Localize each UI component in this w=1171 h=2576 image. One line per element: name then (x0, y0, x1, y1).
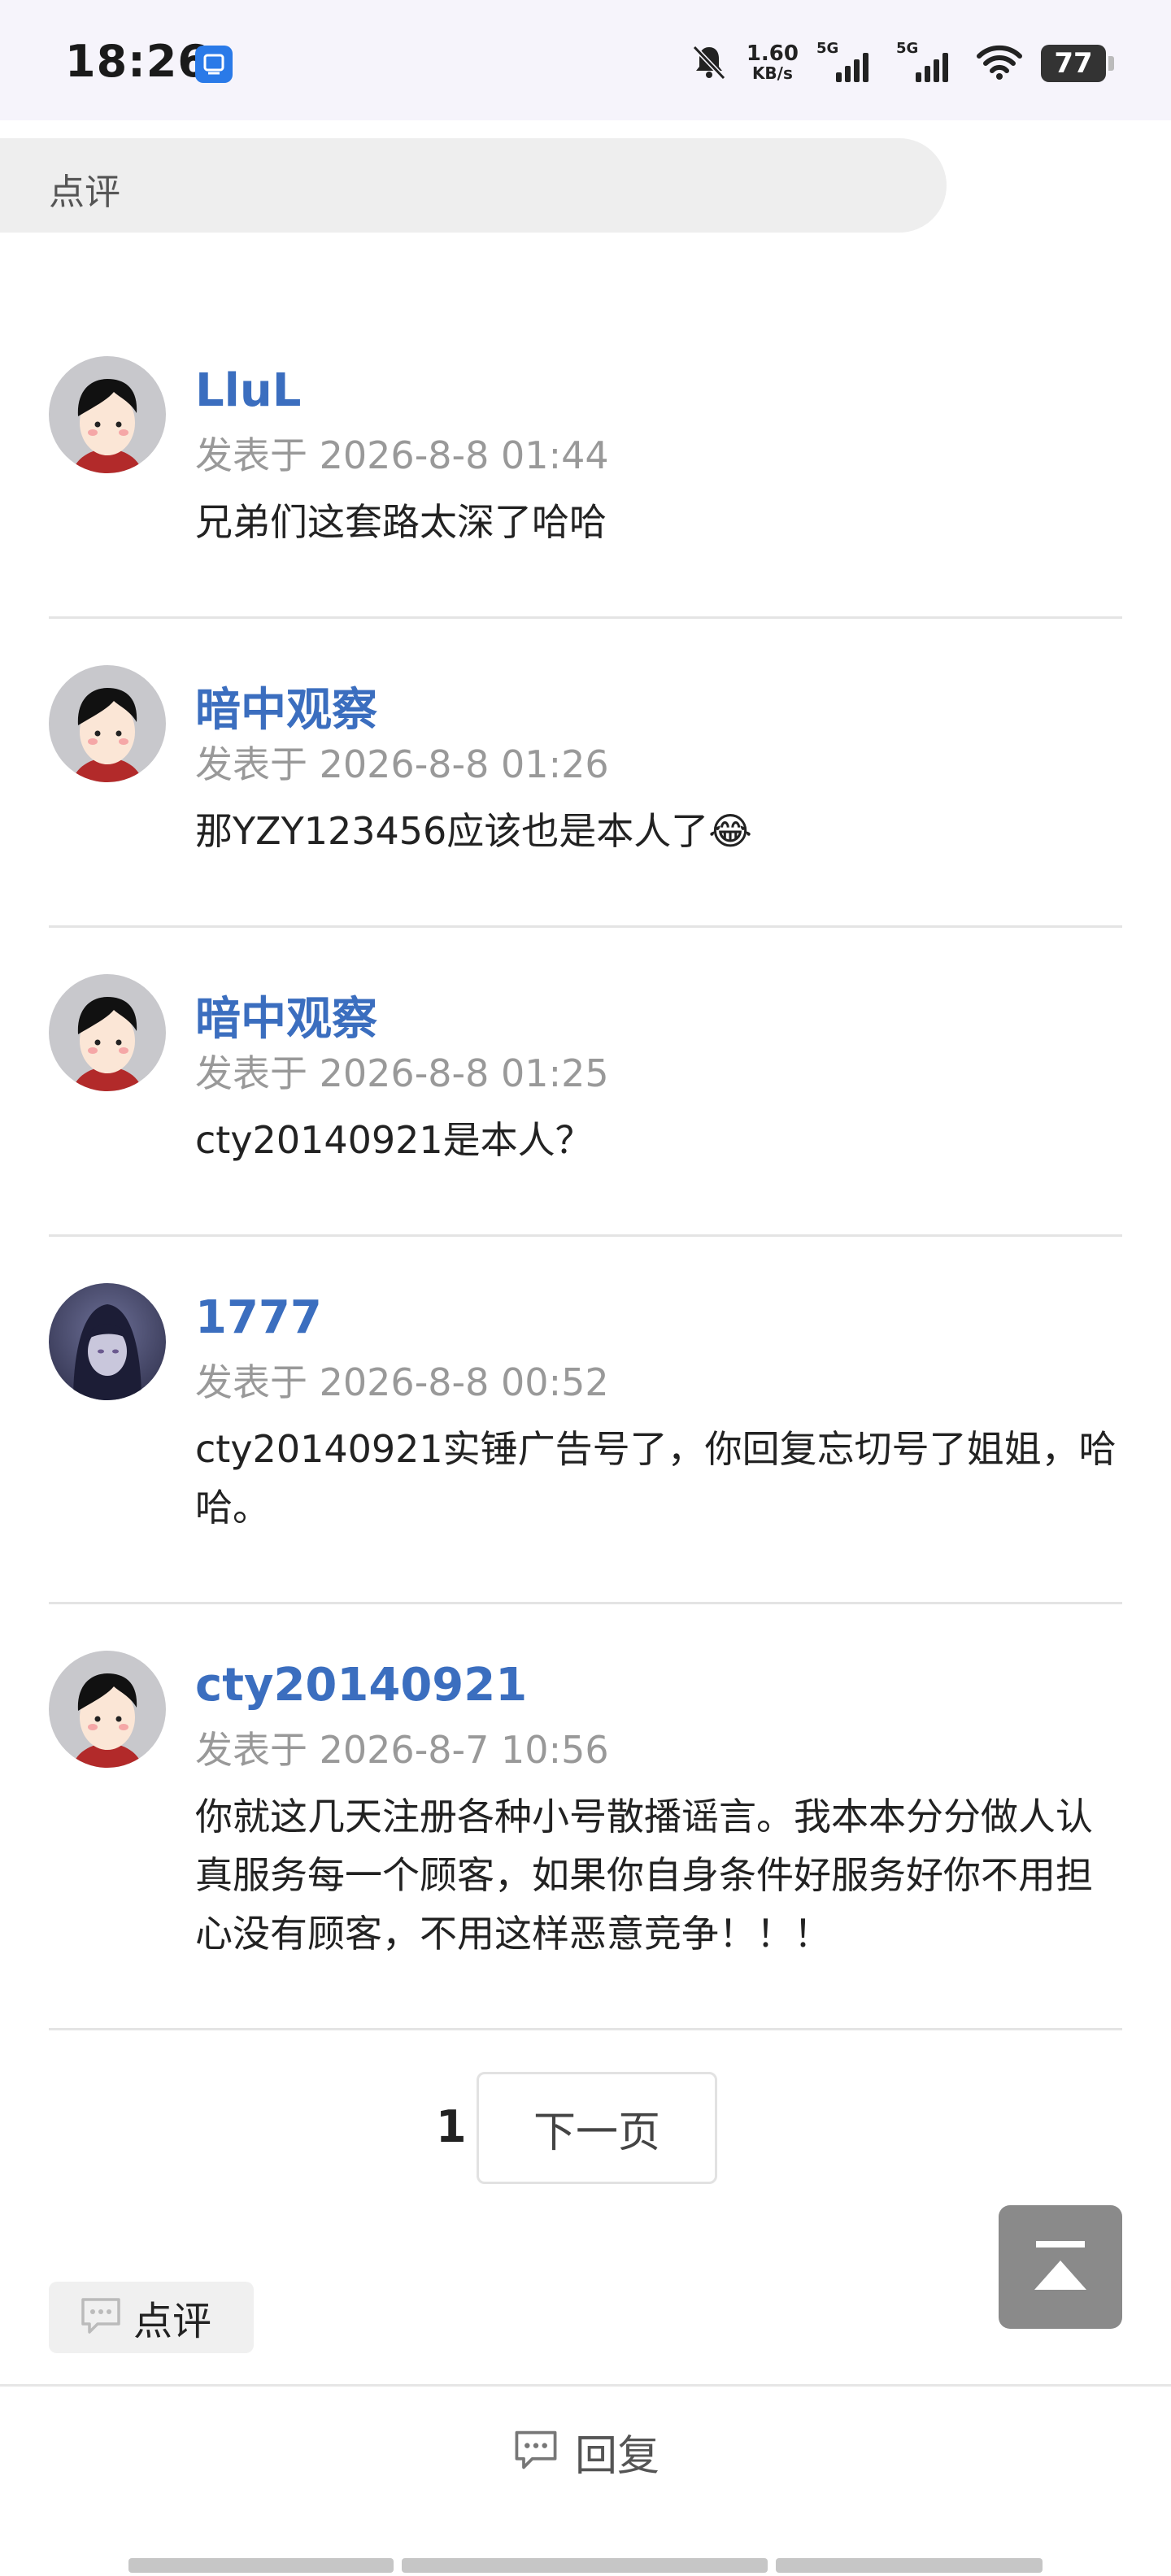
comment-item: 1777 发表于 2026-8-8 00:52 cty20140921实锤广告号… (49, 1283, 1122, 1543)
arrow-up-icon (1034, 2241, 1086, 2290)
comment-item: cty20140921 发表于 2026-8-7 10:56 你就这几天注册各种… (49, 1651, 1122, 1976)
header-tab-label: 点评 (49, 172, 120, 213)
review-button-label: 点评 (133, 2299, 212, 2344)
avatar[interactable] (49, 1651, 166, 1768)
status-bar: 18:26 1.60 KB/s 5G 5G 77 (0, 0, 1171, 120)
avatar[interactable] (49, 665, 166, 782)
comment-username[interactable]: 暗中观察 (195, 673, 377, 739)
reply-bubble-icon (511, 2427, 560, 2476)
battery-icon: 77 (1041, 45, 1114, 82)
comment-text: 你就这几天注册各种小号散播谣言。我本本分分做人认真服务每一个顾客，如果你自身条件… (195, 1795, 1093, 1956)
comment-divider (49, 2028, 1122, 2030)
signal-sim1-icon: 5G (816, 40, 878, 82)
status-time: 18:26 (65, 36, 209, 87)
bottom-bar-segment (128, 2558, 394, 2573)
header-tab[interactable]: 点评 (0, 138, 947, 233)
comment-timestamp: 发表于 2026-8-8 01:26 (195, 742, 609, 786)
comment-username[interactable]: 1777 (195, 1291, 322, 1344)
network-speed: 1.60 KB/s (746, 41, 799, 83)
comment-timestamp: 发表于 2026-8-8 01:25 (195, 1051, 609, 1095)
comment-text: 兄弟们这套路太深了哈哈 (195, 500, 607, 544)
avatar[interactable] (49, 974, 166, 1091)
comment-bubble-icon (78, 2295, 124, 2340)
comment-username[interactable]: cty20140921 (195, 1659, 527, 1712)
wifi-icon (976, 43, 1023, 84)
comment-username[interactable]: LluL (195, 364, 301, 417)
reply-bar[interactable]: 回复 (0, 2387, 1171, 2517)
comment-text: 那YZY123456应该也是本人了😂 (195, 809, 753, 853)
comment-timestamp: 发表于 2026-8-8 01:44 (195, 433, 609, 477)
current-page-number: 1 (436, 2101, 467, 2152)
comment-divider (49, 925, 1122, 928)
avatar[interactable] (49, 1283, 166, 1400)
comment-divider (49, 1234, 1122, 1237)
review-button[interactable]: 点评 (49, 2282, 254, 2353)
back-to-top-button[interactable] (999, 2205, 1122, 2329)
next-page-button[interactable]: 下一页 (477, 2072, 717, 2184)
status-icons: 1.60 KB/s 5G 5G 77 (690, 39, 1114, 88)
mute-bell-icon (690, 42, 729, 85)
comment-username[interactable]: 暗中观察 (195, 982, 377, 1048)
comment-item: 暗中观察 发表于 2026-8-8 01:26 那YZY123456应该也是本人… (49, 665, 1122, 860)
app-notification-icon (195, 46, 233, 83)
comment-text: cty20140921是本人？ (195, 1118, 593, 1162)
avatar[interactable] (49, 356, 166, 473)
bottom-bar-segment (402, 2558, 768, 2573)
reply-label: 回复 (574, 2431, 660, 2481)
comment-item: LluL 发表于 2026-8-8 01:44 兄弟们这套路太深了哈哈 (49, 356, 1122, 551)
bottom-bar-segment (776, 2558, 1043, 2573)
comment-divider (49, 616, 1122, 619)
comment-item: 暗中观察 发表于 2026-8-8 01:25 cty20140921是本人？ (49, 974, 1122, 1169)
signal-sim2-icon: 5G (896, 40, 958, 82)
page: 18:26 1.60 KB/s 5G 5G 77 点评 LluL 发表于 202… (0, 0, 1171, 2576)
comment-divider (49, 1602, 1122, 1604)
comment-text: cty20140921实锤广告号了，你回复忘切号了姐姐，哈哈。 (195, 1427, 1117, 1530)
comment-timestamp: 发表于 2026-8-8 00:52 (195, 1360, 609, 1404)
comment-timestamp: 发表于 2026-8-7 10:56 (195, 1728, 609, 1772)
